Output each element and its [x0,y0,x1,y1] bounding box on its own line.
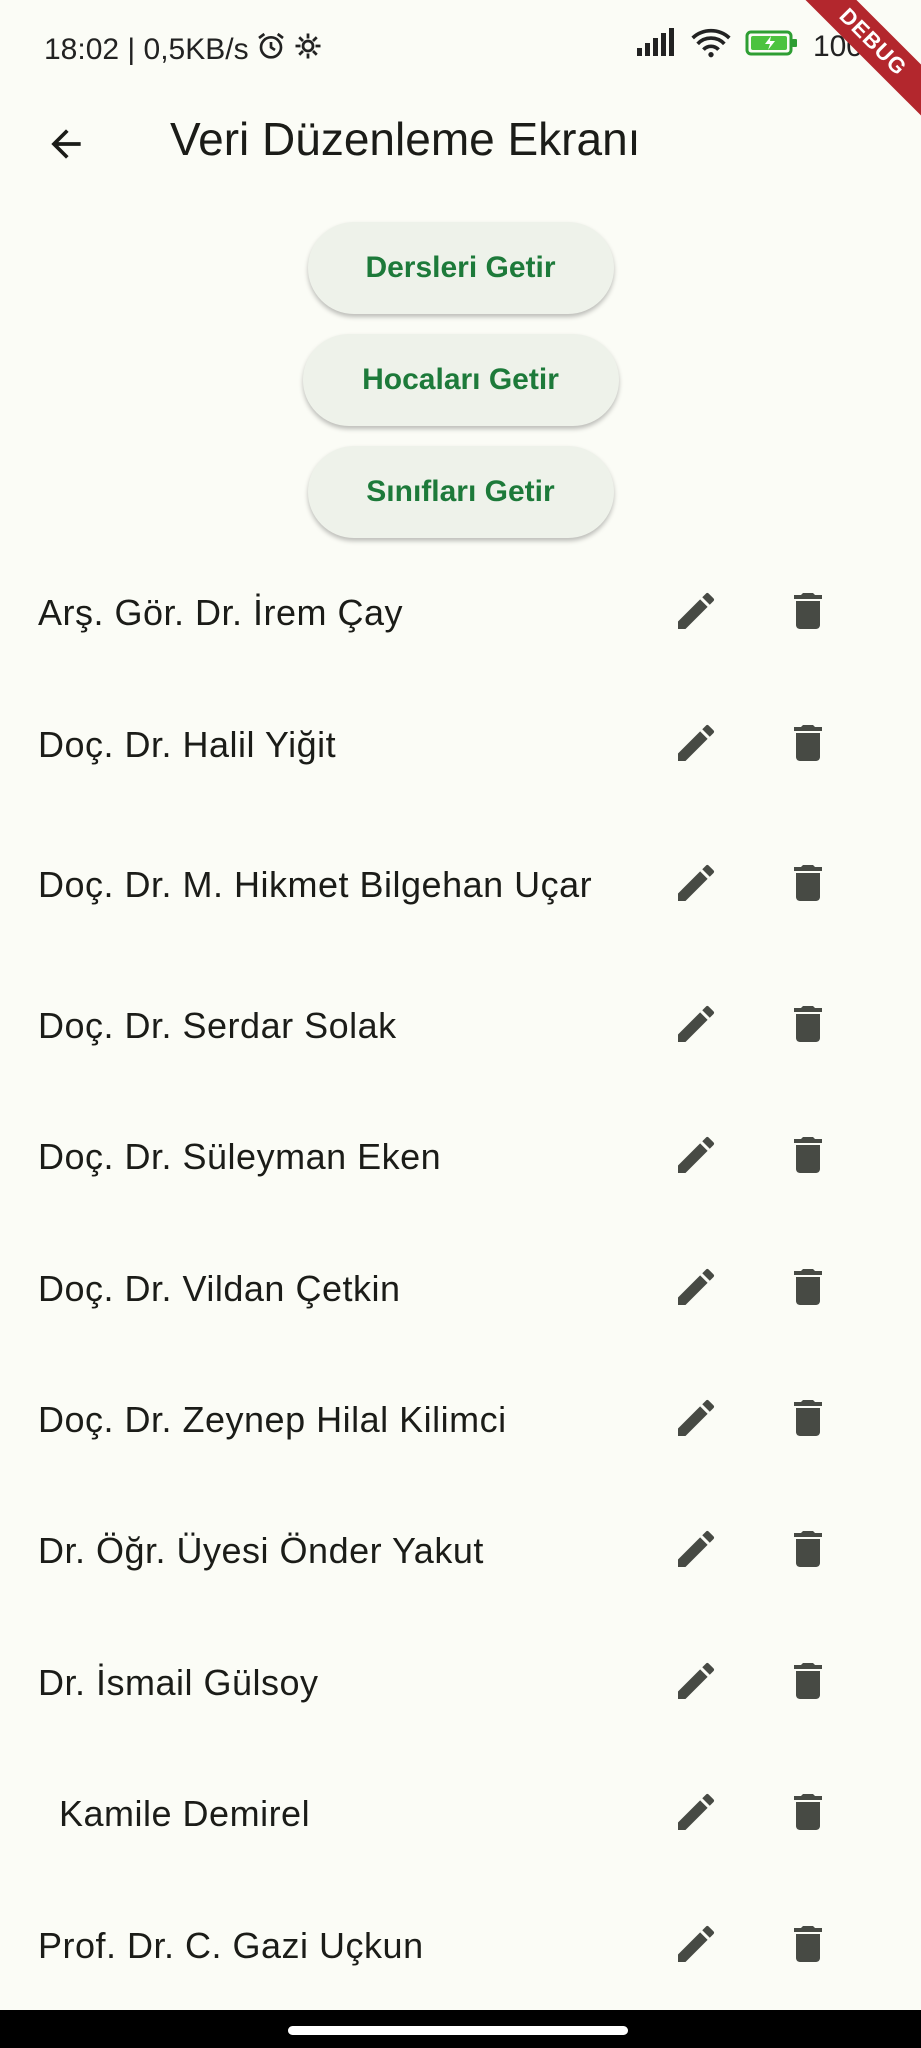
delete-icon [784,1394,832,1447]
edit-button[interactable] [664,1388,728,1452]
get-classes-button[interactable]: Sınıfları Getir [307,446,614,538]
back-button[interactable] [38,118,94,174]
list-item: Doç. Dr. M. Hikmet Bilgehan Uçar [0,825,921,945]
delete-button[interactable] [776,1914,840,1978]
edit-icon [672,1000,720,1053]
list-item-name: Doç. Dr. Halil Yiğit [38,724,337,765]
list-item-name: Kamile Demirel [38,1793,311,1834]
edit-icon [672,1263,720,1316]
delete-icon [784,587,832,640]
edit-button[interactable] [664,1257,728,1321]
list-item-name: Doç. Dr. Vildan Çetkin [38,1268,401,1309]
edit-button[interactable] [664,1125,728,1189]
delete-icon [784,1525,832,1578]
status-right: 100 [635,28,863,66]
app-bar: Veri Düzenleme Ekranı [0,100,921,190]
edit-icon [672,1394,720,1447]
edit-button[interactable] [664,1651,728,1715]
delete-icon [784,1657,832,1710]
list-item-name: Dr. İsmail Gülsoy [38,1662,319,1703]
list-item: Dr. İsmail Gülsoy [0,1623,921,1743]
list-item: Doç. Dr. Süleyman Eken [0,1097,921,1217]
delete-icon [784,1920,832,1973]
delete-icon [784,1131,832,1184]
edit-button[interactable] [664,1782,728,1846]
edit-icon [672,587,720,640]
status-left: 18:02 | 0,5KB/s [44,30,323,70]
delete-button[interactable] [776,1519,840,1583]
list-item-name: Dr. Öğr. Üyesi Önder Yakut [38,1530,484,1571]
status-bar: 18:02 | 0,5KB/s 100 DEBUG [0,0,921,133]
battery-icon [745,29,799,65]
list-item-name: Prof. Dr. C. Gazi Uçkun [38,1925,424,1966]
delete-icon [784,1000,832,1053]
edit-icon [672,1920,720,1973]
list-item: Doç. Dr. Serdar Solak [0,966,921,1086]
edit-button[interactable] [664,581,728,645]
edit-button[interactable] [664,713,728,777]
signal-icon [635,28,677,66]
list-item-name: Doç. Dr. Zeynep Hilal Kilimci [38,1399,507,1440]
delete-icon [784,1788,832,1841]
edit-icon [672,859,720,912]
delete-button[interactable] [776,1125,840,1189]
edit-button[interactable] [664,853,728,917]
list-item-name: Arş. Gör. Dr. İrem Çay [38,592,404,633]
list-item: Dr. Öğr. Üyesi Önder Yakut [0,1491,921,1611]
delete-icon [784,859,832,912]
edit-icon [672,1131,720,1184]
list-item: Prof. Dr. C. Gazi Uçkun [0,1886,921,2006]
edit-button[interactable] [664,1519,728,1583]
edit-icon [672,1788,720,1841]
edit-icon [672,1657,720,1710]
status-time-speed: 18:02 | 0,5KB/s [44,33,249,66]
list-item: Arş. Gör. Dr. İrem Çay [0,553,921,673]
edit-button[interactable] [664,994,728,1058]
edit-icon [672,719,720,772]
delete-button[interactable] [776,853,840,917]
list-item: Kamile Demirel [0,1754,921,1874]
list-item-name: Doç. Dr. Süleyman Eken [38,1136,442,1177]
get-courses-button[interactable]: Dersleri Getir [307,222,614,314]
page-title: Veri Düzenleme Ekranı [170,113,641,165]
list-item-name: Doç. Dr. M. Hikmet Bilgehan Uçar [38,864,593,905]
list-item: Doç. Dr. Zeynep Hilal Kilimci [0,1360,921,1480]
delete-icon [784,1263,832,1316]
delete-icon [784,719,832,772]
home-indicator[interactable] [288,2026,628,2035]
wifi-icon [691,28,731,66]
delete-button[interactable] [776,1782,840,1846]
delete-button[interactable] [776,994,840,1058]
settings-icon [293,31,323,69]
delete-button[interactable] [776,581,840,645]
edit-button[interactable] [664,1914,728,1978]
delete-button[interactable] [776,1257,840,1321]
delete-button[interactable] [776,1388,840,1452]
list-item: Doç. Dr. Halil Yiğit [0,685,921,805]
navigation-bar [0,2010,921,2048]
delete-button[interactable] [776,1651,840,1715]
list-item: Doç. Dr. Vildan Çetkin [0,1229,921,1349]
alarm-icon [255,30,287,70]
edit-icon [672,1525,720,1578]
arrow-back-icon [44,122,88,171]
list-item-name: Doç. Dr. Serdar Solak [38,1005,397,1046]
get-teachers-button[interactable]: Hocaları Getir [302,334,619,426]
delete-button[interactable] [776,713,840,777]
